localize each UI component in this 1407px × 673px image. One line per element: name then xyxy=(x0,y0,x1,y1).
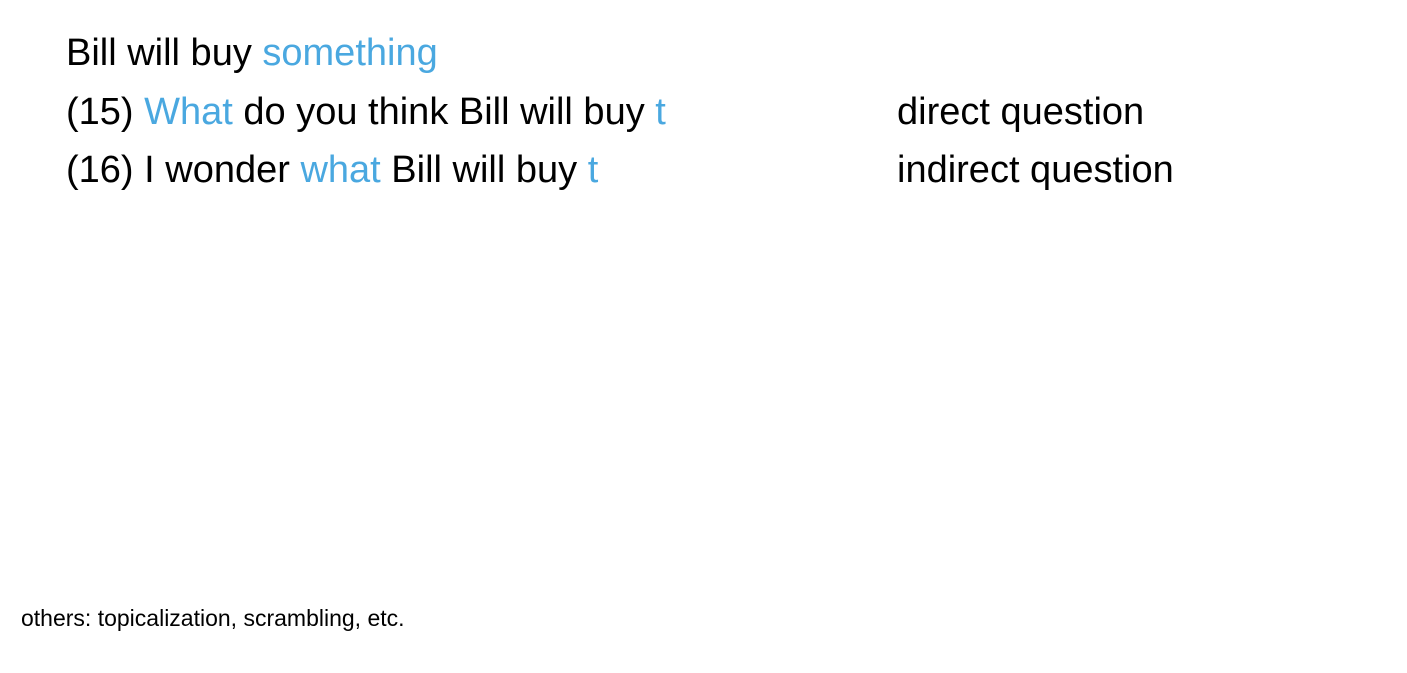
footnote: others: topicalization, scrambling, etc. xyxy=(21,605,405,631)
example-16-label: indirect question xyxy=(897,149,1174,191)
example-15-label: direct question xyxy=(897,91,1145,133)
example-16-number: (16) xyxy=(66,149,145,191)
example-16-wh-word: what xyxy=(300,149,381,191)
example-15-middle: do you think Bill will buy xyxy=(232,91,656,133)
example-16-before: I wonder xyxy=(144,149,301,191)
example-15-sentence: (15) What do you think Bill will buy t xyxy=(66,89,666,135)
example-16-middle: Bill will buy xyxy=(380,149,588,191)
base-sentence-text: Bill will buy xyxy=(66,32,263,74)
example-16-sentence: (16) I wonder what Bill will buy t xyxy=(66,147,598,193)
example-16-trace: t xyxy=(587,149,599,191)
slide: Bill will buy something (15) What do you… xyxy=(0,0,1407,673)
example-15-number: (15) xyxy=(66,91,145,133)
example-15-wh-word: What xyxy=(144,91,233,133)
example-15-trace: t xyxy=(655,91,666,133)
base-sentence: Bill will buy something xyxy=(66,30,438,76)
base-sentence-object: something xyxy=(262,32,438,74)
